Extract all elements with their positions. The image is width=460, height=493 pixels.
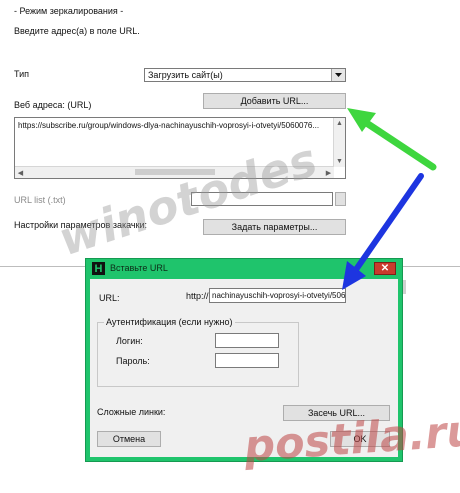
password-label: Пароль: [116, 356, 150, 366]
scroll-up-icon[interactable]: ▲ [334, 118, 345, 129]
ok-button[interactable]: OK [330, 431, 390, 447]
scroll-right-icon[interactable]: ▶ [323, 167, 334, 178]
dialog-url-label: URL: [99, 293, 120, 303]
horizontal-scroll-thumb[interactable] [135, 169, 215, 175]
cancel-button[interactable]: Отмена [97, 431, 161, 447]
vertical-scrollbar[interactable]: ▲ ▼ [333, 118, 345, 167]
horizontal-scrollbar[interactable]: ◀ ▶ [15, 166, 334, 178]
login-label: Логин: [116, 336, 143, 346]
background-field-edge [403, 280, 406, 294]
dialog-title: Вставьте URL [110, 263, 168, 273]
app-logo-icon: H [92, 262, 105, 275]
set-params-button[interactable]: Задать параметры... [203, 219, 346, 235]
web-addresses-label: Веб адреса: (URL) [14, 100, 92, 110]
dialog-body: URL: http:// nachinayuschih-voprosyi-i-o… [90, 279, 398, 457]
type-label: Тип [14, 69, 30, 79]
dialog-url-input[interactable]: nachinayuschih-voprosyi-i-otvetyi/506007… [209, 288, 346, 303]
url-list-value: https://subscribe.ru/group/windows-dlya-… [18, 121, 320, 130]
capture-url-button[interactable]: Засечь URL... [283, 405, 390, 421]
insert-url-dialog: H Вставьте URL ✕ URL: http:// nachinayus… [85, 258, 403, 462]
scroll-down-icon[interactable]: ▼ [334, 156, 345, 167]
auth-group-label: Аутентификация (если нужно) [104, 317, 235, 327]
complex-links-label: Сложные линки: [97, 407, 166, 417]
url-list-file-label: URL list (.txt) [14, 195, 66, 205]
scroll-left-icon[interactable]: ◀ [15, 167, 26, 178]
close-icon[interactable]: ✕ [374, 262, 396, 275]
type-select-value: Загрузить сайт(ы) [148, 70, 223, 80]
dialog-url-prefix: http:// [186, 291, 209, 301]
type-select[interactable]: Загрузить сайт(ы) [144, 68, 346, 82]
url-list-file-input[interactable] [191, 192, 333, 206]
download-settings-label: Настройки параметров закачки: [14, 220, 148, 230]
dialog-title-bar[interactable]: H Вставьте URL ✕ [86, 259, 402, 279]
add-url-button[interactable]: Добавить URL... [203, 93, 346, 109]
url-list-textarea[interactable]: https://subscribe.ru/group/windows-dlya-… [14, 117, 346, 179]
section-title: - Режим зеркалирования - [14, 6, 124, 16]
dialog-url-value: nachinayuschih-voprosyi-i-otvetyi/506007… [212, 291, 346, 300]
instruction-text: Введите адрес(а) в поле URL. [14, 26, 140, 36]
url-list-browse-button[interactable] [335, 192, 346, 206]
dropdown-arrow-icon[interactable] [331, 69, 345, 81]
login-input[interactable] [215, 333, 279, 348]
auth-group: Аутентификация (если нужно) Логин: Парол… [97, 317, 299, 387]
password-input[interactable] [215, 353, 279, 368]
